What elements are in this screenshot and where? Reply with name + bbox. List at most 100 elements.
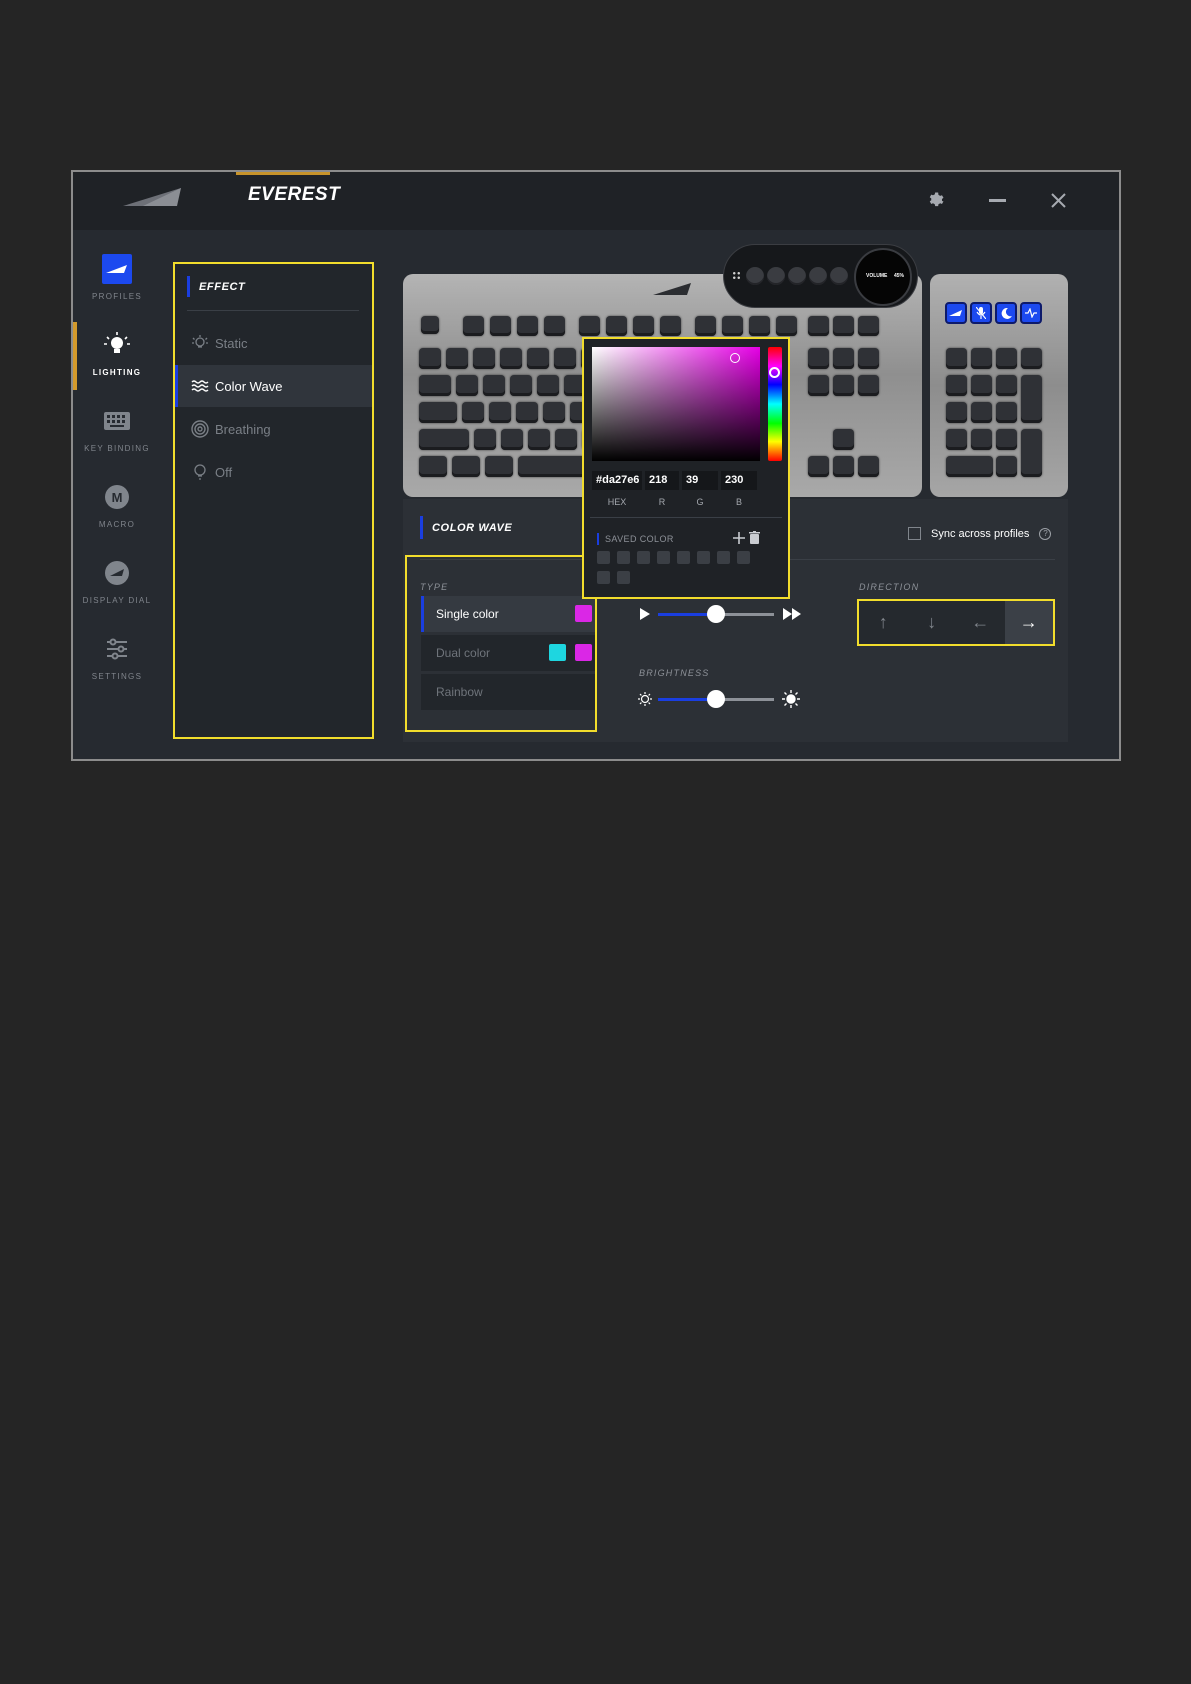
hex-input[interactable]: #da27e6 <box>592 471 642 490</box>
brightness-slider-thumb[interactable] <box>707 690 725 708</box>
keyboard-key <box>833 316 854 336</box>
add-color-icon[interactable] <box>733 532 745 544</box>
keyboard-key <box>501 429 523 450</box>
brightness-slider[interactable] <box>658 684 774 714</box>
speed-slider-thumb[interactable] <box>707 605 725 623</box>
breathing-icon <box>191 420 209 438</box>
saved-color-swatch[interactable] <box>617 551 630 564</box>
dual-color-swatch-2[interactable] <box>575 644 592 661</box>
red-input[interactable]: 218 <box>645 471 679 490</box>
nav-item-key-binding[interactable]: KEY BINDING <box>73 392 161 468</box>
dial-value: 45% <box>894 273 905 279</box>
green-input[interactable]: 39 <box>682 471 718 490</box>
saved-color-swatch[interactable] <box>677 551 690 564</box>
nav-item-lighting[interactable]: LIGHTING <box>73 316 161 392</box>
type-item-rainbow[interactable]: Rainbow <box>421 674 595 710</box>
keyboard-key <box>1021 429 1042 477</box>
arrow-down-icon: ↓ <box>927 612 937 632</box>
dual-color-swatch-1[interactable] <box>549 644 566 661</box>
keyboard-key <box>485 456 513 477</box>
nav-item-profiles[interactable]: PROFILES <box>73 240 161 316</box>
effect-item-off[interactable]: Off <box>175 451 372 493</box>
numpad-fn-mic <box>970 302 992 324</box>
keyboard-key <box>500 348 522 369</box>
direction-right-button[interactable]: → <box>1004 601 1053 644</box>
speed-slider[interactable] <box>658 599 774 629</box>
logo-icon <box>949 310 962 316</box>
single-color-swatch[interactable] <box>575 605 592 622</box>
saved-color-swatch[interactable] <box>737 551 750 564</box>
keyboard-key <box>946 402 967 423</box>
saturation-value-handle[interactable] <box>730 353 740 363</box>
media-key <box>809 267 827 285</box>
nav-item-macro[interactable]: M MACRO <box>73 468 161 544</box>
arrow-left-icon: ← <box>971 612 990 632</box>
close-button[interactable] <box>1044 186 1072 214</box>
saved-color-swatch[interactable] <box>657 551 670 564</box>
keyboard-key <box>419 429 469 450</box>
keyboard-key <box>971 402 992 423</box>
effect-heading: EFFECT <box>187 276 245 297</box>
nav-item-display-dial[interactable]: DISPLAY DIAL <box>73 544 161 620</box>
keyboard-key <box>833 456 854 477</box>
keyboard-key <box>971 429 992 450</box>
title-bar: EVEREST <box>73 172 1119 230</box>
keyboard-key <box>946 375 967 396</box>
keyboard-key <box>996 375 1017 396</box>
divider <box>590 517 782 518</box>
keyboard-key <box>555 429 577 450</box>
help-icon[interactable]: ? <box>1039 527 1052 540</box>
type-item-single-color[interactable]: Single color <box>421 596 595 632</box>
effect-item-breathing[interactable]: Breathing <box>175 408 372 450</box>
saturation-value-area[interactable] <box>592 347 760 461</box>
delete-color-icon[interactable] <box>749 531 760 544</box>
numpad-fn-sleep <box>995 302 1017 324</box>
saved-color-swatch[interactable] <box>637 551 650 564</box>
media-controls: VOLUME 45% <box>723 244 918 308</box>
bulb-icon <box>104 332 130 353</box>
keyboard-key <box>554 348 576 369</box>
saved-color-swatch[interactable] <box>597 551 610 564</box>
mic-mute-icon <box>976 307 986 319</box>
direction-left-button[interactable]: ← <box>956 601 1005 644</box>
keyboard-key <box>527 348 549 369</box>
settings-gear-button[interactable] <box>921 186 949 214</box>
hex-caption: HEX <box>607 497 627 507</box>
direction-down-button[interactable]: ↓ <box>908 601 957 644</box>
sync-checkbox[interactable] <box>908 527 921 540</box>
direction-up-button[interactable]: ↑ <box>859 601 908 644</box>
blue-input[interactable]: 230 <box>721 471 757 490</box>
nav-item-settings[interactable]: SETTINGS <box>73 620 161 696</box>
arrow-right-icon: → <box>1019 612 1038 632</box>
direction-caption: DIRECTION <box>859 582 920 592</box>
keyboard-key <box>996 348 1017 369</box>
saved-color-swatch[interactable] <box>717 551 730 564</box>
saved-color-swatch[interactable] <box>597 571 610 584</box>
brand-logo-icon <box>123 188 181 206</box>
nav-label: DISPLAY DIAL <box>82 596 152 605</box>
media-key <box>767 267 785 285</box>
play-icon <box>640 608 650 620</box>
keyboard-key <box>446 348 468 369</box>
brightness-low-icon <box>638 692 652 706</box>
hue-handle[interactable] <box>769 367 780 378</box>
pulse-icon <box>1025 308 1037 318</box>
effect-item-color-wave[interactable]: Color Wave <box>175 365 372 407</box>
keyboard-key <box>419 375 451 396</box>
color-wave-heading: COLOR WAVE <box>420 516 512 539</box>
keyboard-key <box>660 316 681 336</box>
keyboard-key <box>776 316 797 336</box>
keyboard-key <box>528 429 550 450</box>
keyboard-key <box>808 316 829 336</box>
media-key <box>746 267 764 285</box>
type-item-dual-color[interactable]: Dual color <box>421 635 595 671</box>
keyboard-key <box>858 375 879 396</box>
saved-color-swatch[interactable] <box>697 551 710 564</box>
saved-color-swatch[interactable] <box>617 571 630 584</box>
keyboard-key <box>1021 348 1042 369</box>
keyboard-key <box>971 348 992 369</box>
effect-item-static[interactable]: Static <box>175 322 372 364</box>
minimize-button[interactable] <box>983 186 1011 214</box>
hue-bar[interactable] <box>768 347 782 461</box>
brightness-caption: BRIGHTNESS <box>639 668 710 678</box>
